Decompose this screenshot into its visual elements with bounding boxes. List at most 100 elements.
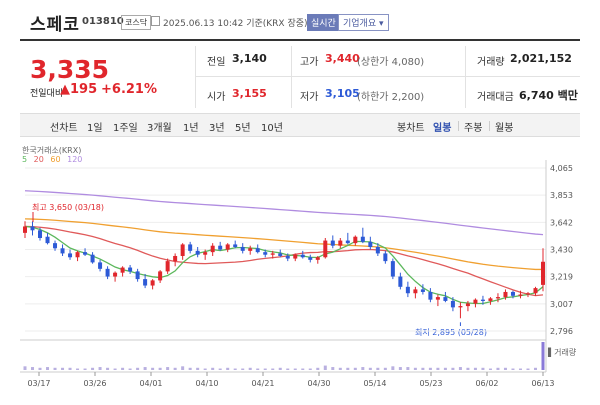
volume-bar bbox=[53, 367, 57, 370]
volume-bar bbox=[256, 368, 260, 370]
volume-bar bbox=[83, 368, 87, 370]
volume-bar bbox=[98, 367, 102, 370]
candle-body bbox=[23, 226, 27, 233]
volume-bar bbox=[23, 366, 27, 370]
volume-bar bbox=[533, 367, 537, 370]
x-tick-label: 03/17 bbox=[27, 379, 50, 388]
volume-bar bbox=[488, 368, 492, 370]
volume-bar bbox=[106, 367, 110, 370]
candle-body bbox=[495, 297, 500, 299]
volume-bar bbox=[511, 368, 515, 370]
candle-body bbox=[233, 244, 238, 247]
volume-bar bbox=[421, 367, 425, 370]
volume-bar bbox=[368, 367, 372, 370]
candle-body bbox=[83, 252, 88, 255]
volume-bar bbox=[338, 367, 342, 370]
candle-body bbox=[405, 286, 410, 294]
candle-body bbox=[113, 272, 118, 277]
stock-chart[interactable]: 4,065 3,853 3,642 3,430 3,219 3,007 2,796 03/17… bbox=[0, 0, 600, 405]
candle-body bbox=[458, 306, 463, 308]
volume-bar bbox=[301, 368, 305, 370]
candle-body bbox=[330, 240, 335, 246]
candle-body bbox=[383, 253, 388, 262]
volume-bar bbox=[353, 367, 357, 370]
candle-body bbox=[90, 254, 95, 263]
volume-bar bbox=[436, 367, 440, 370]
candle-body bbox=[390, 261, 395, 277]
volume-bar bbox=[428, 367, 432, 370]
candle-body bbox=[53, 243, 58, 249]
volume-bar bbox=[188, 367, 192, 370]
volume-bar bbox=[398, 367, 402, 370]
candle-body bbox=[278, 253, 283, 256]
candle-body bbox=[98, 262, 103, 269]
candle-body bbox=[68, 253, 73, 258]
candle-body bbox=[450, 300, 455, 308]
volume-bar bbox=[143, 367, 147, 370]
volume-bar bbox=[31, 367, 35, 370]
x-tick-label: 05/23 bbox=[419, 379, 442, 388]
candle-body bbox=[30, 226, 35, 231]
candle-body bbox=[525, 293, 530, 295]
volume-bar bbox=[518, 368, 522, 370]
volume-bar bbox=[331, 367, 335, 370]
candle-body bbox=[413, 289, 418, 294]
volume-bar bbox=[383, 367, 387, 370]
volume-bar bbox=[526, 368, 530, 370]
candle-body bbox=[368, 241, 373, 247]
volume-bar bbox=[481, 367, 485, 370]
candle-body bbox=[488, 298, 493, 301]
y-tick-label: 3,430 bbox=[550, 246, 573, 255]
x-tick-label: 05/14 bbox=[363, 379, 386, 388]
candle-body bbox=[203, 252, 208, 255]
volume-bar bbox=[496, 367, 500, 370]
candle-body bbox=[173, 255, 178, 262]
volume-bar bbox=[316, 367, 320, 370]
candle-body bbox=[210, 245, 215, 253]
candle-body bbox=[180, 244, 185, 256]
volume-bar bbox=[61, 367, 65, 370]
candle-body bbox=[473, 299, 478, 304]
candle-body bbox=[218, 245, 223, 250]
volume-bar bbox=[68, 367, 72, 370]
candle-body bbox=[443, 297, 448, 301]
volume-bar bbox=[503, 367, 507, 370]
volume-bar bbox=[211, 367, 215, 370]
candle-body bbox=[45, 236, 50, 244]
y-tick-label: 3,642 bbox=[550, 218, 573, 227]
volume-bar bbox=[196, 367, 200, 370]
candle-body bbox=[541, 261, 545, 285]
candle-body bbox=[518, 294, 523, 296]
y-tick-label: 3,007 bbox=[550, 300, 573, 309]
volume-bar bbox=[271, 368, 275, 370]
ma120-line bbox=[24, 190, 544, 236]
x-tick-label: 06/02 bbox=[475, 379, 498, 388]
ma5-line bbox=[24, 225, 544, 305]
candle-body bbox=[75, 252, 80, 258]
volume-bar bbox=[136, 367, 140, 370]
candle-body bbox=[188, 244, 193, 251]
candle-body bbox=[128, 267, 133, 272]
candle-body bbox=[293, 254, 298, 259]
candle-body bbox=[345, 240, 350, 244]
volume-bar bbox=[413, 367, 417, 370]
candle-body bbox=[308, 257, 313, 260]
candle-body bbox=[533, 288, 538, 294]
candle-body bbox=[165, 261, 170, 272]
volume-bar bbox=[458, 367, 462, 370]
candle-body bbox=[60, 248, 65, 254]
candle-body bbox=[300, 254, 305, 258]
volume-bar bbox=[376, 367, 380, 370]
candle-body bbox=[248, 248, 253, 251]
candle-body bbox=[270, 253, 275, 255]
x-tick-label: 04/01 bbox=[139, 379, 162, 388]
volume-bar bbox=[166, 367, 170, 370]
candle-body bbox=[240, 246, 245, 251]
volume-bar bbox=[173, 367, 177, 370]
volume-bar bbox=[46, 367, 50, 370]
candle-body bbox=[465, 303, 470, 307]
volume-bar bbox=[203, 368, 207, 370]
volume-bar bbox=[466, 367, 470, 370]
volume-bar bbox=[76, 368, 80, 370]
candle-body bbox=[353, 236, 358, 244]
